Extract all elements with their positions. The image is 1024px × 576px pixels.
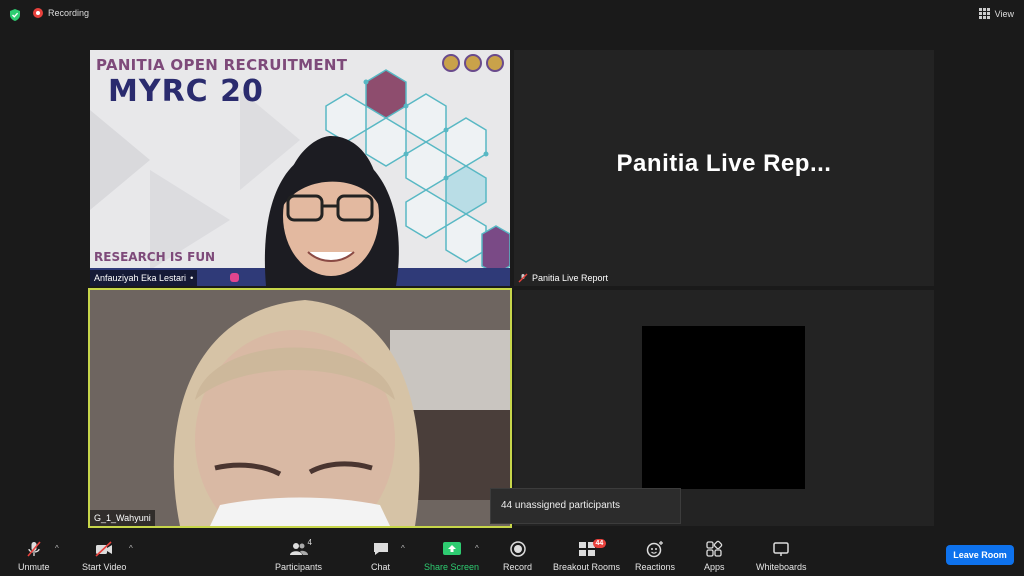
whiteboards-label: Whiteboards	[756, 562, 807, 572]
participants-label: Participants	[275, 562, 323, 572]
video-tile-anfauziyah[interactable]: PANITIA OPEN RECRUITMENT MYRC 20 RESEARC…	[90, 50, 510, 286]
view-label: View	[994, 8, 1014, 19]
record-icon	[509, 541, 526, 557]
unmute-button[interactable]: Unmute	[18, 540, 50, 572]
apps-label: Apps	[704, 562, 725, 572]
more-icon: •	[190, 273, 194, 283]
reactions-label: Reactions	[635, 562, 676, 572]
participants-icon	[289, 543, 308, 555]
chat-label: Chat	[371, 562, 391, 572]
video-off-icon	[95, 541, 113, 557]
share-screen-label: Share Screen	[424, 562, 480, 572]
participant-video-feed	[90, 290, 510, 526]
chat-options-chevron-icon[interactable]: ^	[401, 544, 405, 553]
start-video-label: Start Video	[82, 562, 127, 572]
participant-name: G_1_Wahyuni	[94, 513, 151, 523]
unmute-label: Unmute	[18, 562, 50, 572]
apps-icon	[706, 540, 723, 557]
poster-title: PANITIA OPEN RECRUITMENT	[96, 56, 348, 74]
poster-logos	[442, 54, 504, 72]
start-video-button[interactable]: Start Video	[82, 540, 126, 572]
participant-name-tag: Panitia Live Report	[514, 270, 612, 286]
breakout-rooms-label: Breakout Rooms	[553, 562, 621, 572]
participant-video-feed	[264, 136, 399, 286]
recording-label: Recording	[48, 8, 90, 18]
breakout-rooms-button[interactable]: 44 Breakout Rooms	[553, 539, 621, 572]
participants-button[interactable]: 4 Participants	[275, 538, 323, 572]
poster-subtitle: MYRC 20	[108, 74, 264, 109]
recording-dot-icon	[33, 8, 43, 18]
audio-options-chevron-icon[interactable]: ^	[55, 544, 59, 553]
apps-button[interactable]: Apps	[704, 540, 725, 572]
record-button[interactable]: Record	[503, 540, 532, 572]
record-label: Record	[503, 562, 533, 572]
grid-view-icon	[978, 8, 990, 19]
participant-name: Panitia Live Report	[532, 273, 609, 283]
reactions-icon	[646, 541, 664, 558]
participants-count: 4	[307, 538, 312, 547]
muted-mic-icon	[518, 273, 528, 283]
top-bar: Recording View	[0, 0, 1024, 30]
participant-name-tag: Anfauziyah Eka Lestari •	[90, 270, 198, 286]
view-button[interactable]: View	[975, 6, 1018, 21]
participant-name-tag: G_1_Wahyuni	[90, 510, 155, 526]
poster-tagline: RESEARCH IS FUN	[94, 250, 216, 264]
chat-button[interactable]: Chat	[371, 540, 390, 572]
leave-room-button[interactable]: Leave Room	[946, 545, 1014, 565]
breakout-tooltip: 44 unassigned participants	[490, 488, 681, 524]
video-options-chevron-icon[interactable]: ^	[129, 544, 133, 553]
share-screen-button[interactable]: Share Screen	[424, 540, 479, 572]
participant-name: Anfauziyah Eka Lestari	[94, 273, 187, 283]
meeting-toolbar: Unmute ^ Start Video ^ 4 Participants Ch…	[0, 532, 1024, 576]
breakout-count-badge: 44	[592, 539, 607, 548]
muted-mic-icon	[27, 541, 41, 557]
share-options-chevron-icon[interactable]: ^	[475, 544, 479, 553]
video-tile-panitia[interactable]: Panitia Live Rep... Panitia Live Report	[514, 50, 934, 286]
recording-indicator[interactable]: Recording	[33, 8, 89, 18]
share-screen-icon	[442, 542, 461, 555]
chat-icon	[373, 543, 388, 555]
instagram-icon	[230, 273, 239, 282]
whiteboard-icon	[773, 542, 790, 556]
security-shield-icon[interactable]	[8, 8, 22, 22]
reactions-button[interactable]: Reactions	[635, 540, 675, 572]
whiteboards-button[interactable]: Whiteboards	[756, 540, 807, 572]
video-off-placeholder	[642, 326, 805, 489]
video-tile-wahyuni[interactable]: G_1_Wahyuni	[88, 288, 512, 528]
participant-display-name: Panitia Live Rep...	[616, 150, 832, 177]
